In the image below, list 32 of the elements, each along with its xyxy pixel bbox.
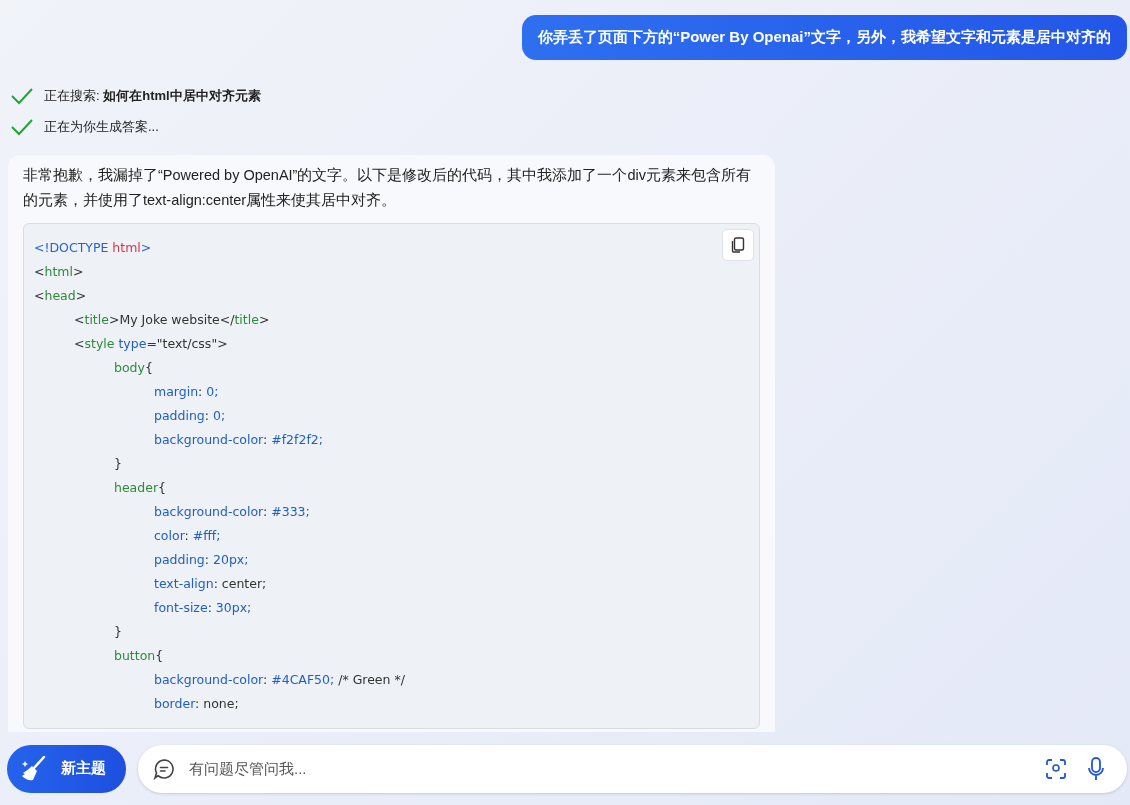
code-line: <head>	[34, 287, 87, 305]
code-line: border: none;	[154, 695, 239, 713]
code-line: background-color: #333;	[154, 503, 310, 521]
user-message: 你弄丢了页面下方的“Power By Openai”文字，另外，我希望文字和元素是居中对齐的	[521, 15, 1127, 60]
code-line: color: #fff;	[154, 527, 221, 545]
message-input[interactable]: 有问题尽管问我...	[187, 759, 1033, 778]
microphone-icon[interactable]	[1087, 756, 1105, 781]
copy-icon	[731, 237, 745, 253]
code-line: padding: 0;	[154, 407, 226, 425]
code-line: <title>My Joke website</title>	[74, 311, 270, 329]
code-line: }	[114, 623, 122, 641]
code-line: background-color: #4CAF50; /* Green */	[154, 671, 405, 689]
copy-button[interactable]	[722, 229, 754, 261]
code-line: font-size: 30px;	[154, 599, 252, 617]
code-line: padding: 20px;	[154, 551, 249, 569]
status-text: 正在为你生成答案...	[44, 118, 159, 136]
answer-text: 非常抱歉，我漏掉了“Powered by OpenAI”的文字。以下是修改后的代码，其中我添加了一个div元素来包含所有的元素，并使用了text-align:center属性来使其居中对齐。	[23, 166, 752, 210]
code-line: <style type="text/css">	[74, 335, 228, 353]
code-line: }	[114, 455, 122, 473]
code-line: <html>	[34, 263, 84, 281]
code-line: button{	[114, 647, 164, 665]
scan-icon[interactable]	[1045, 757, 1067, 780]
code-line: background-color: #f2f2f2;	[154, 431, 323, 449]
code-line: body{	[114, 359, 153, 377]
code-line: header{	[114, 479, 166, 497]
new-topic-button[interactable]: 新主题	[7, 744, 126, 793]
status-text: 正在搜索: 如何在html中居中对齐元素	[44, 87, 261, 105]
chat-bubble-icon	[153, 757, 175, 780]
code-line: text-align: center;	[154, 575, 267, 593]
code-line: margin: 0;	[154, 383, 219, 401]
message-field[interactable]: 有问题尽管问我...	[138, 744, 1127, 793]
code-line: <!DOCTYPE html>	[34, 239, 152, 257]
